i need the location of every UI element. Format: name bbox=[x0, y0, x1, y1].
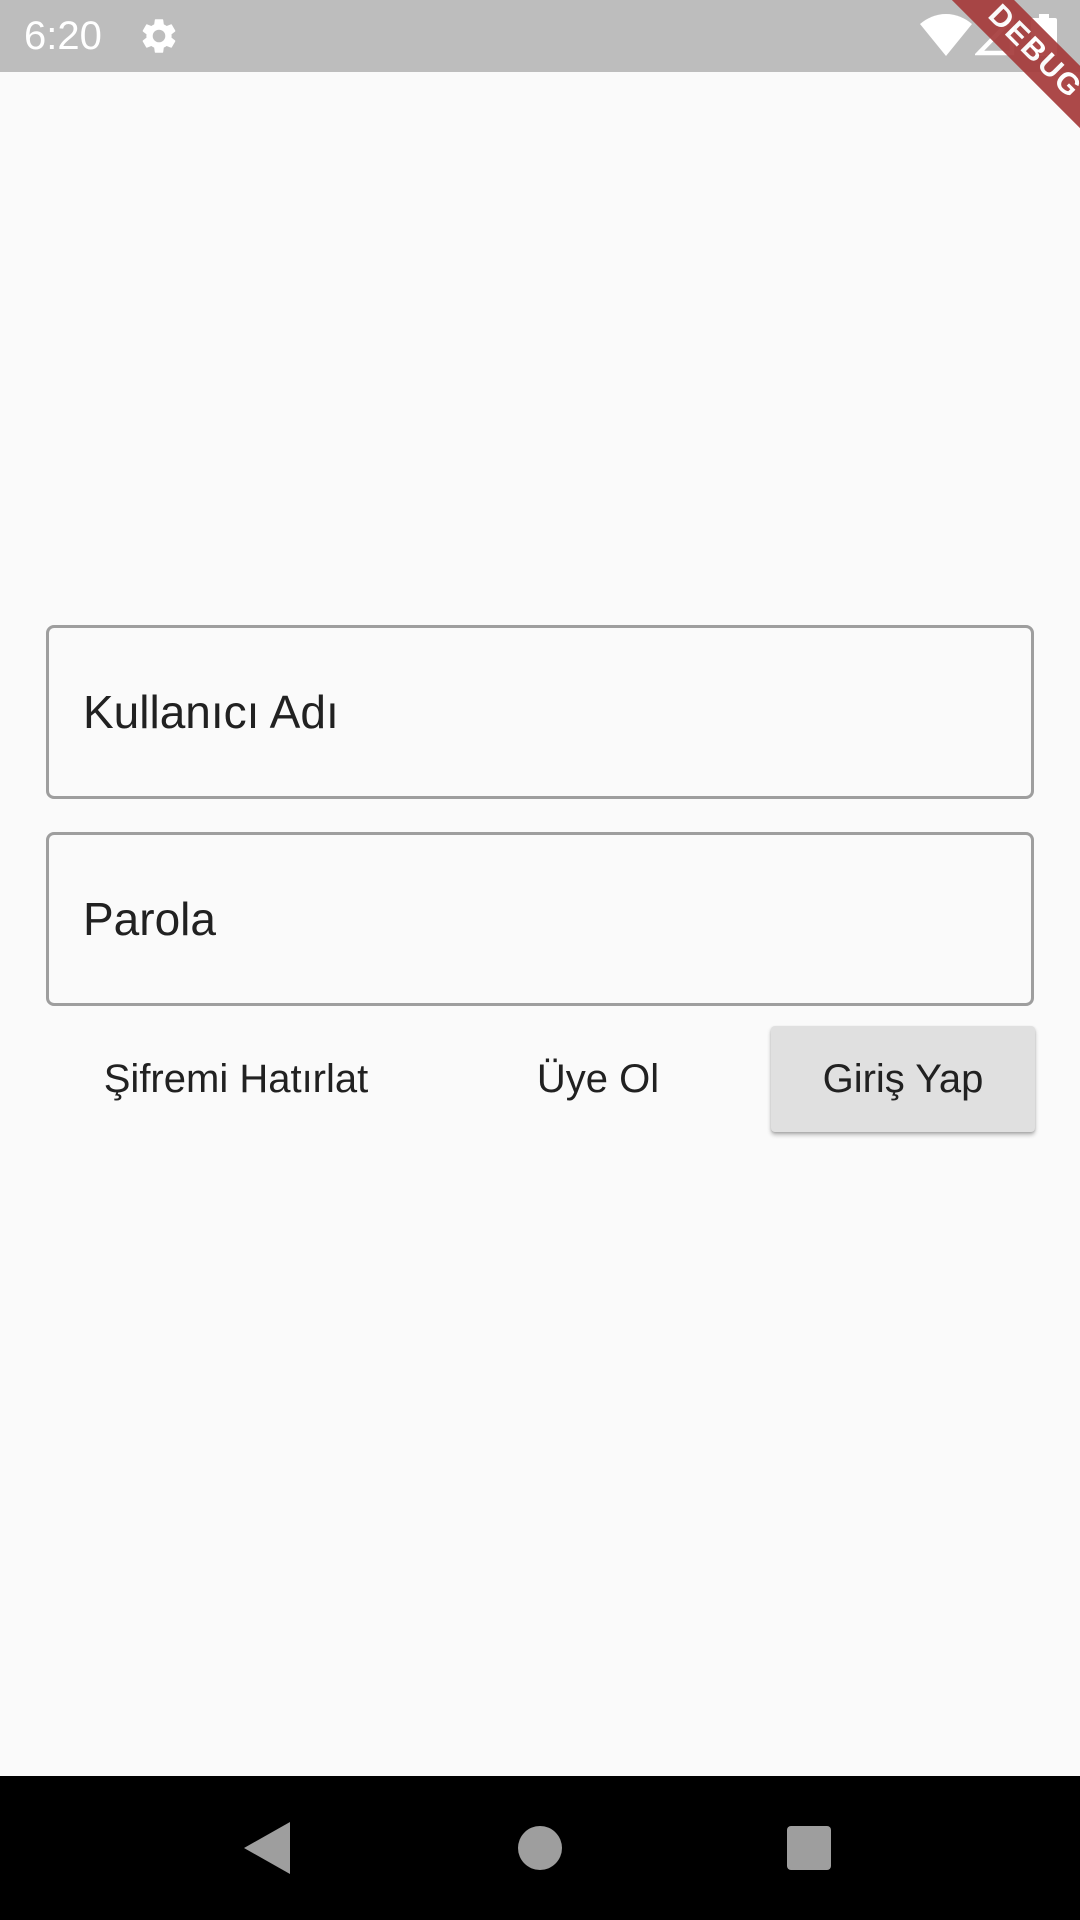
username-input[interactable] bbox=[49, 628, 1031, 796]
recents-icon[interactable] bbox=[787, 1826, 831, 1870]
username-field[interactable] bbox=[46, 625, 1034, 799]
password-input[interactable] bbox=[49, 835, 1031, 1003]
password-field[interactable] bbox=[46, 832, 1034, 1006]
navigation-bar bbox=[0, 1776, 1080, 1920]
wifi-icon bbox=[920, 14, 972, 56]
register-button[interactable]: Üye Ol bbox=[480, 1026, 716, 1132]
status-time: 6:20 bbox=[24, 14, 102, 58]
home-icon[interactable] bbox=[518, 1826, 562, 1870]
gear-icon bbox=[142, 19, 176, 53]
forgot-password-button[interactable]: Şifremi Hatırlat bbox=[60, 1026, 412, 1132]
login-button[interactable]: Giriş Yap bbox=[771, 1026, 1035, 1132]
back-icon[interactable] bbox=[244, 1822, 290, 1874]
status-bar: 6:20 bbox=[0, 0, 1080, 72]
